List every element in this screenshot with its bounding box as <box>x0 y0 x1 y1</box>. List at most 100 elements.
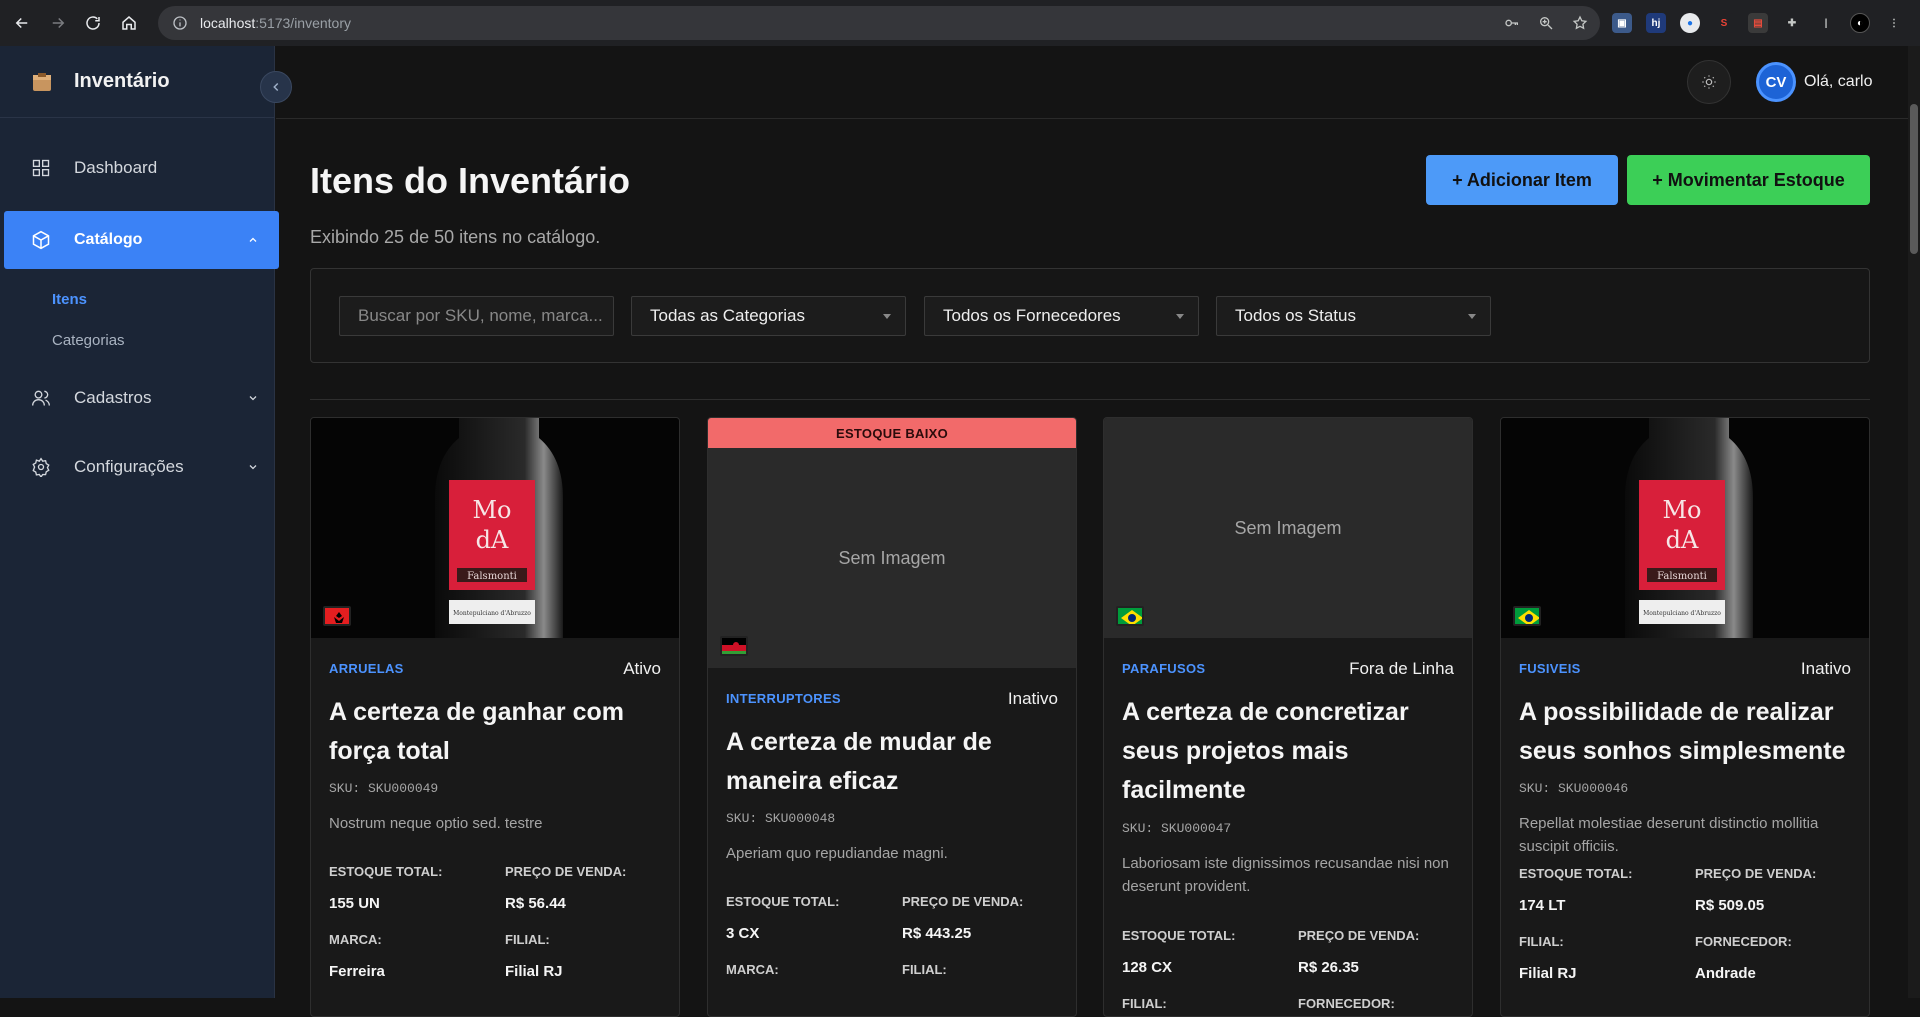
supplier-value: Andrade <box>1695 965 1756 982</box>
item-category: PARAFUSOS <box>1122 661 1206 676</box>
branch-label: FILIAL: <box>1122 996 1167 1011</box>
item-description: Laboriosam iste dignissimos recusandae n… <box>1122 855 1449 895</box>
back-icon[interactable] <box>4 5 40 41</box>
price-value: R$ 509.05 <box>1695 897 1765 914</box>
user-greeting[interactable]: Olá, carlo <box>1804 73 1872 91</box>
item-title[interactable]: A possibilidade de realizar seus sonhos … <box>1519 693 1859 771</box>
add-item-button[interactable]: + Adicionar Item <box>1426 155 1618 205</box>
theme-toggle-button[interactable] <box>1687 60 1731 104</box>
profile-extension-icon[interactable]: ● <box>1680 13 1700 33</box>
supplier-select[interactable]: Todos os Fornecedores <box>924 296 1199 336</box>
sidebar: Inventário Dashboard Catálogo Itens Cate… <box>0 46 279 998</box>
no-image-text: Sem Imagem <box>1234 517 1342 538</box>
grid-icon <box>32 159 50 177</box>
item-status: Inativo <box>1007 689 1058 708</box>
brand[interactable]: Inventário <box>0 46 274 118</box>
branch-value: Filial RJ <box>1519 965 1577 982</box>
move-stock-button[interactable]: + Movimentar Estoque <box>1627 155 1870 205</box>
sidebar-item-label: Cadastros <box>74 388 152 407</box>
brand-name: Inventário <box>74 70 170 92</box>
bottle-brand: Falsmonti <box>467 571 517 582</box>
stock-value: 3 CX <box>726 925 760 942</box>
window-extension-icon[interactable]: ▤ <box>1748 13 1768 33</box>
sidebar-item-label: Configurações <box>74 457 184 476</box>
branch-label: FILIAL: <box>505 932 550 947</box>
sidebar-subitem-itens[interactable]: Itens <box>52 291 87 308</box>
tab-search-extension-icon[interactable]: ▣ <box>1612 13 1632 33</box>
branch-label: FILIAL: <box>902 962 947 977</box>
url-host: localhost <box>200 15 256 31</box>
sidebar-item-catalogo[interactable]: Catálogo <box>4 211 279 269</box>
price-value: R$ 56.44 <box>505 895 566 912</box>
key-icon[interactable] <box>1504 15 1520 31</box>
supplier-select-value: Todos os Fornecedores <box>943 306 1121 325</box>
caret-down-icon <box>1176 314 1184 319</box>
divider-icon: | <box>1824 17 1828 29</box>
item-description: Repellat molestiae deserunt distinctio m… <box>1519 815 1819 855</box>
item-title[interactable]: A certeza de concretizar seus projetos m… <box>1122 693 1462 810</box>
collapse-sidebar-button[interactable] <box>260 71 292 103</box>
sidebar-item-dashboard[interactable]: Dashboard <box>4 139 279 197</box>
search-input[interactable] <box>339 296 614 336</box>
sidebar-item-label: Dashboard <box>74 158 158 177</box>
bottle-brand: Falsmonti <box>1657 571 1707 582</box>
brand-label: MARCA: <box>329 932 382 947</box>
page-subtitle: Exibindo 25 de 50 itens no catálogo. <box>310 227 601 247</box>
item-sku: SKU: SKU000048 <box>726 811 836 826</box>
brand-label: MARCA: <box>726 962 779 977</box>
star-icon[interactable] <box>1572 15 1588 31</box>
category-select-value: Todas as Categorias <box>650 306 805 325</box>
status-select[interactable]: Todos os Status <box>1216 296 1491 336</box>
scrollbar-thumb[interactable] <box>1910 104 1918 254</box>
hotjar-extension-icon[interactable]: hj <box>1646 13 1666 33</box>
user-profile-icon[interactable]: ◐ <box>1850 13 1870 33</box>
sidebar-item-configuracoes[interactable]: Configurações <box>4 438 279 496</box>
forward-icon[interactable] <box>40 5 76 41</box>
reload-icon[interactable] <box>75 5 111 41</box>
home-icon[interactable] <box>111 5 147 41</box>
sidebar-item-label: Catálogo <box>74 231 143 248</box>
chevron-left-icon <box>273 82 279 92</box>
item-description: Aperiam quo repudiandae magni. <box>726 845 948 862</box>
caret-down-icon <box>1468 314 1476 319</box>
stock-value: 155 UN <box>329 895 380 912</box>
item-card[interactable]: Mo dA Falsmonti Montepulciano d'Abruzzo … <box>310 417 680 1017</box>
item-sku: SKU: SKU000046 <box>1519 781 1629 796</box>
avatar[interactable]: CV <box>1756 62 1796 102</box>
item-status: Inativo <box>1800 659 1851 678</box>
item-category: INTERRUPTORES <box>726 691 841 706</box>
item-description: Nostrum neque optio sed. testre <box>329 815 543 832</box>
site-info-icon[interactable] <box>172 15 188 31</box>
url-path: :5173/inventory <box>255 15 351 31</box>
page-scrollbar[interactable] <box>1908 46 1920 998</box>
puzzle-extension-icon[interactable]: ✚ <box>1782 13 1802 33</box>
zoom-icon[interactable] <box>1538 15 1554 31</box>
bottle-label-line1: Mo <box>1662 496 1701 524</box>
item-sku: SKU: SKU000047 <box>1122 821 1232 836</box>
page-title: Itens do Inventário <box>310 160 631 201</box>
item-title[interactable]: A certeza de mudar de maneira eficaz <box>726 723 1066 801</box>
item-card[interactable]: Mo dA Falsmonti Montepulciano d'Abruzzo … <box>1500 417 1870 1017</box>
low-stock-banner: ESTOQUE BAIXO <box>708 418 1076 448</box>
supplier-label: FORNECEDOR: <box>1695 934 1792 949</box>
stock-value: 128 CX <box>1122 959 1173 976</box>
menu-dots-icon[interactable]: ⋮ <box>1884 13 1904 33</box>
filter-panel: Todas as Categorias Todos os Fornecedore… <box>310 268 1870 363</box>
sidebar-item-cadastros[interactable]: Cadastros <box>4 369 279 427</box>
bottle-label-line2: dA <box>1666 526 1699 554</box>
sidebar-subitem-categorias[interactable]: Categorias <box>52 332 125 349</box>
gear-icon <box>32 457 50 477</box>
category-select[interactable]: Todas as Categorias <box>631 296 906 336</box>
price-label: PREÇO DE VENDA: <box>1695 866 1817 881</box>
item-image: Mo dA Falsmonti Montepulciano d'Abruzzo <box>311 418 679 638</box>
red-s-extension-icon[interactable]: S <box>1714 13 1734 33</box>
item-card[interactable]: ESTOQUE BAIXO Sem Imagem INTERRUPTORES I… <box>707 417 1077 1017</box>
item-card[interactable]: Sem Imagem PARAFUSOS Fora de Linha A cer… <box>1103 417 1473 1017</box>
item-title[interactable]: A certeza de ganhar com força total <box>329 693 669 771</box>
users-icon <box>32 390 50 406</box>
extensions-bar: ▣ hj ● S ▤ ✚ | ◐ ⋮ <box>1612 8 1904 38</box>
supplier-label: FORNECEDOR: <box>1298 996 1395 1011</box>
item-category: FUSIVEIS <box>1519 661 1581 676</box>
address-bar[interactable]: localhost:5173/inventory <box>158 6 1600 40</box>
bottle-label-line1: Mo <box>472 496 511 524</box>
